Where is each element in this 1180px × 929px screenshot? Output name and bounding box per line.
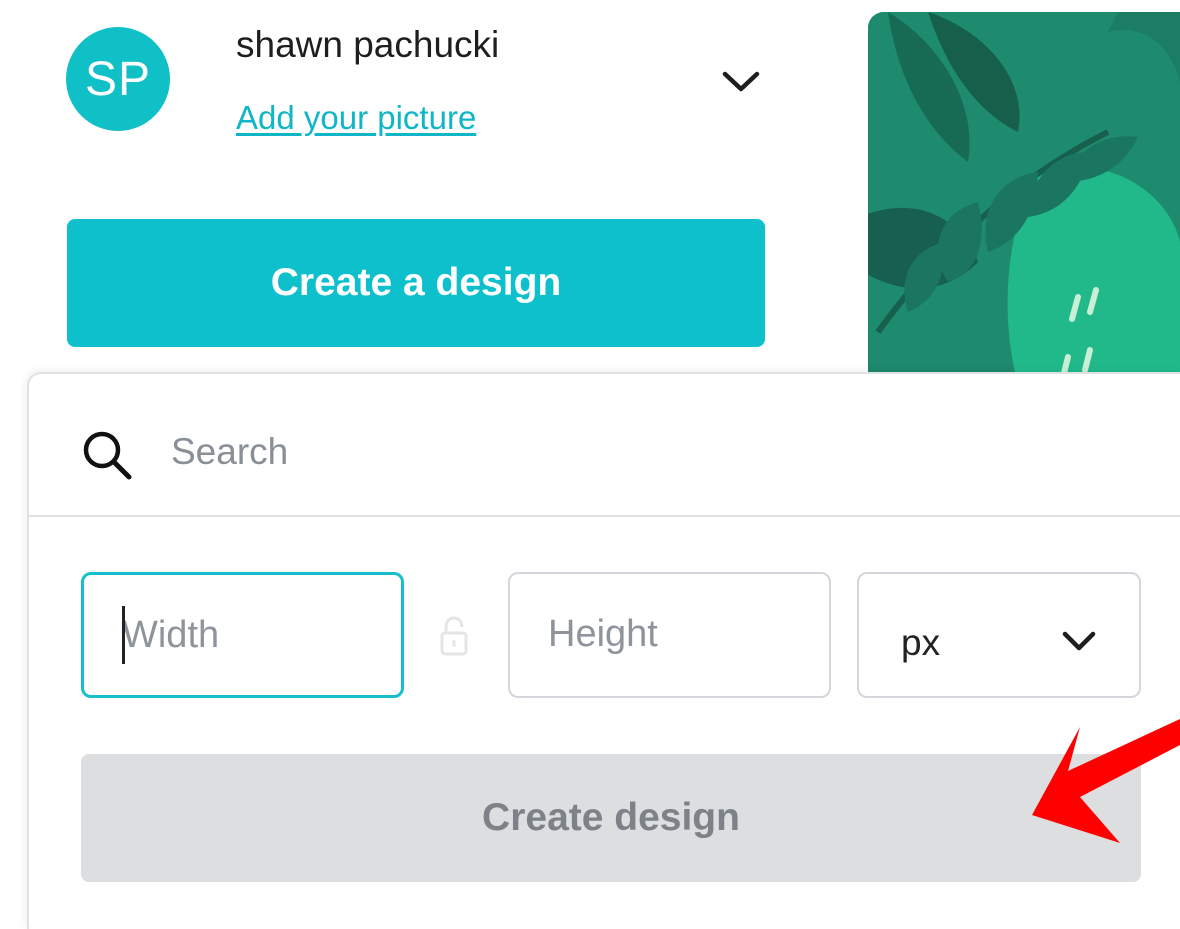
create-design-button[interactable]: Create design [81, 754, 1141, 882]
avatar-initials: SP [84, 52, 152, 106]
create-a-design-button[interactable]: Create a design [67, 219, 765, 347]
add-picture-link[interactable]: Add your picture [236, 99, 476, 137]
user-name: shawn pachucki [236, 24, 500, 65]
canva-home-page: SP shawn pachucki Add your picture Creat… [0, 0, 1180, 929]
lock-icon[interactable] [439, 615, 469, 657]
unit-value: px [901, 622, 941, 663]
width-input[interactable] [122, 605, 372, 665]
search-input[interactable] [171, 422, 1071, 482]
avatar[interactable]: SP [66, 27, 170, 131]
text-cursor [122, 606, 125, 664]
annotation-arrow [1032, 719, 1180, 843]
width-field[interactable] [81, 572, 404, 698]
chevron-down-icon [1062, 631, 1096, 651]
chevron-down-icon[interactable] [719, 66, 763, 96]
search-icon [83, 431, 132, 480]
unit-select[interactable]: px [857, 572, 1141, 698]
custom-size-panel: px Create design [27, 372, 1180, 929]
search-row [29, 374, 1180, 517]
height-input[interactable] [548, 604, 798, 664]
decorative-artwork [868, 12, 1180, 384]
height-field[interactable] [508, 572, 831, 698]
